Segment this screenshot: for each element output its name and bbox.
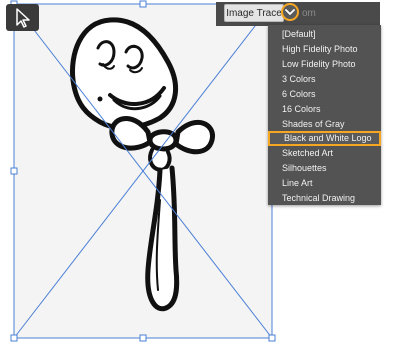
- preset-item-sketched-art[interactable]: Sketched Art: [268, 146, 381, 160]
- selection-arrow-icon: [16, 8, 30, 28]
- preset-item-3-colors[interactable]: 3 Colors: [268, 72, 381, 86]
- preset-item-high-fidelity-photo[interactable]: High Fidelity Photo: [268, 42, 381, 56]
- preset-item-low-fidelity-photo[interactable]: Low Fidelity Photo: [268, 57, 381, 71]
- image-trace-button[interactable]: Image Trace: [224, 4, 284, 22]
- preset-item-line-art[interactable]: Line Art: [268, 176, 381, 190]
- preset-item-silhouettes[interactable]: Silhouettes: [268, 161, 381, 175]
- preset-item-technical-drawing[interactable]: Technical Drawing: [268, 191, 381, 205]
- tracing-presets-menu: [Default] High Fidelity Photo Low Fideli…: [268, 25, 381, 205]
- preset-item-shades-of-gray[interactable]: Shades of Gray: [268, 117, 381, 131]
- chevron-down-icon: [285, 9, 295, 15]
- preset-item-black-and-white-logo[interactable]: Black and White Logo: [268, 131, 381, 146]
- preset-item-default[interactable]: [Default]: [268, 27, 381, 41]
- preset-item-16-colors[interactable]: 16 Colors: [268, 102, 381, 116]
- selection-tool-button[interactable]: [6, 4, 39, 31]
- faded-control-label: om: [302, 8, 316, 19]
- tracing-presets-dropdown-button[interactable]: [281, 3, 299, 21]
- preset-item-6-colors[interactable]: 6 Colors: [268, 87, 381, 101]
